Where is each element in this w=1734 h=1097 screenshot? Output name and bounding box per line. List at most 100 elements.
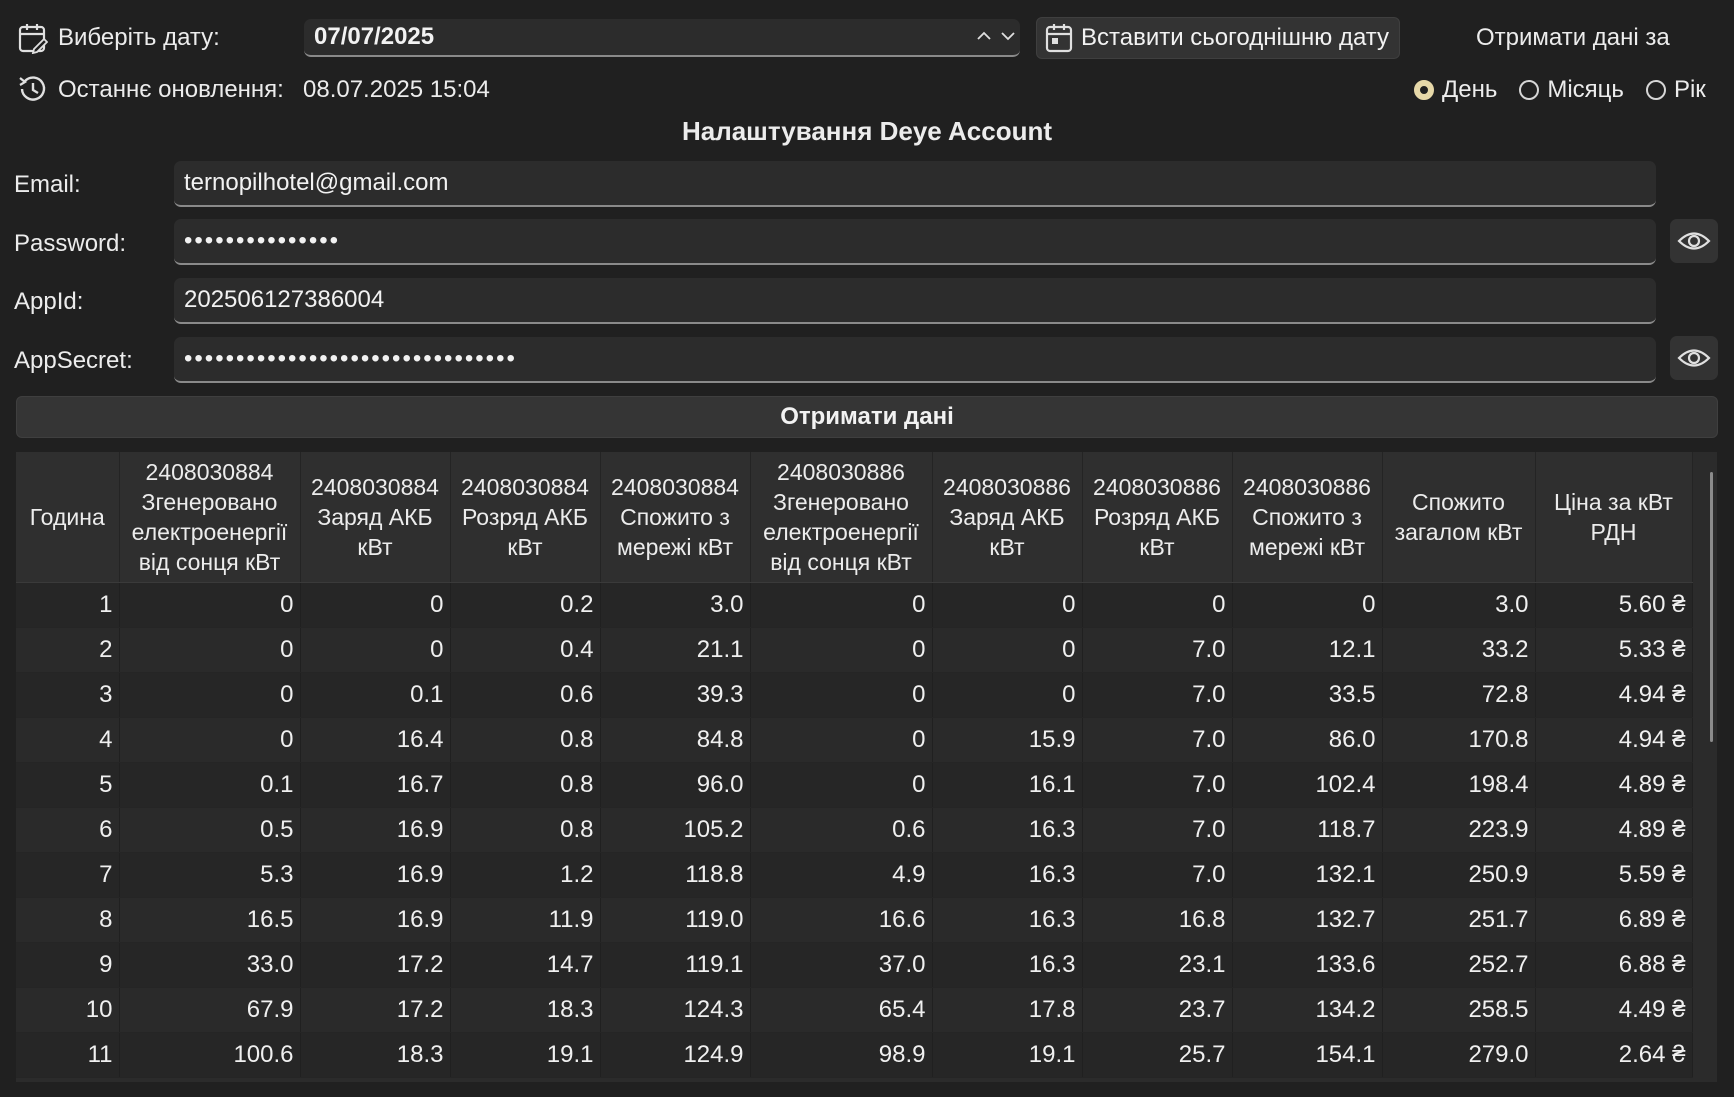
password-field[interactable]: ••••••••••••••• [174, 219, 1656, 265]
table-cell: 7.0 [1082, 852, 1233, 898]
date-input[interactable]: 07/07/2025 [304, 19, 1020, 57]
column-header[interactable]: 2408030884 Заряд АКБ кВт [300, 452, 451, 583]
hour-cell: 8 [16, 897, 120, 943]
fetch-data-button[interactable]: Отримати дані [16, 396, 1718, 438]
date-label: Виберіть дату: [58, 24, 220, 51]
radio-month[interactable]: Місяць [1519, 76, 1624, 104]
table-row[interactable]: 9 33.0 17.2 14.7 119.1 37.0 16.3 23.1 133.6 252.7… [16, 942, 1693, 988]
table-cell: 0.8 [450, 762, 601, 808]
table-cell: 0 [300, 582, 451, 628]
table-cell: 16.5 [119, 897, 301, 943]
hour-cell: 3 [16, 672, 120, 718]
chevron-down-icon[interactable] [1000, 30, 1016, 42]
table-cell: 251.7 [1382, 897, 1536, 943]
column-header[interactable]: Спожито загалом кВт [1382, 452, 1536, 583]
table-cell: 0 [1082, 582, 1233, 628]
table-cell: 33.5 [1232, 672, 1383, 718]
table-cell: 258.5 [1382, 987, 1536, 1033]
table-cell: 16.3 [932, 807, 1083, 853]
password-label: Password: [14, 230, 127, 257]
table-cell: 16.7 [300, 762, 451, 808]
column-header[interactable]: 2408030884 Спожито з мережі кВт [600, 452, 751, 583]
hour-cell: 6 [16, 807, 120, 853]
calendar-edit-icon [18, 24, 48, 54]
table-cell: 252.7 [1382, 942, 1536, 988]
table-cell: 118.8 [600, 852, 751, 898]
show-appsecret-button[interactable] [1670, 336, 1718, 380]
eye-icon [1677, 232, 1711, 250]
table-cell: 279.0 [1382, 1032, 1536, 1078]
table-row[interactable]: 7 5.3 16.9 1.2 118.8 4.9 16.3 7.0 132.1 250.9 5.59… [16, 852, 1693, 898]
table-cell: 16.4 [300, 717, 451, 763]
table-cell: 154.1 [1232, 1032, 1383, 1078]
table-row[interactable]: 2 0 0 0.4 21.1 0 0 7.0 12.1 33.2 5.33 ₴ [16, 627, 1693, 673]
table-cell: 124.9 [600, 1032, 751, 1078]
table-cell: 14.7 [450, 942, 601, 988]
table-row[interactable]: 1 0 0 0.2 3.0 0 0 0 0 3.0 5.60 ₴ [16, 582, 1693, 628]
fetch-data-label: Отримати дані [780, 403, 954, 430]
column-header[interactable]: 2408030884 Згенеровано електроенергії ві… [119, 452, 301, 583]
table-cell: 134.2 [1232, 987, 1383, 1033]
table-cell: 3.0 [1382, 582, 1536, 628]
table-cell: 25.7 [1082, 1032, 1233, 1078]
column-header[interactable]: Ціна за кВт РДН [1535, 452, 1693, 583]
radio-month-indicator [1519, 80, 1540, 100]
table-row[interactable]: 8 16.5 16.9 11.9 119.0 16.6 16.3 16.8 132.7 251.7… [16, 897, 1693, 943]
table-cell: 0 [750, 582, 933, 628]
table-cell: 67.9 [119, 987, 301, 1033]
table-cell: 0 [119, 672, 301, 718]
table-cell: 6.88 ₴ [1535, 942, 1693, 988]
table-cell: 119.0 [600, 897, 751, 943]
table-row[interactable]: 5 0.1 16.7 0.8 96.0 0 16.1 7.0 102.4 198.4 4.89 ₴ [16, 762, 1693, 808]
table-cell: 33.2 [1382, 627, 1536, 673]
table-cell: 0.1 [119, 762, 301, 808]
table-cell: 0.2 [450, 582, 601, 628]
column-header[interactable]: 2408030884 Розряд АКБ кВт [450, 452, 601, 583]
table-cell: 0 [932, 672, 1083, 718]
data-table-container: Година 2408030884 Згенеровано електроенер… [16, 452, 1717, 1082]
table-cell: 223.9 [1382, 807, 1536, 853]
table-cell: 16.6 [750, 897, 933, 943]
date-value: 07/07/2025 [314, 23, 435, 50]
column-header[interactable]: 2408030886 Заряд АКБ кВт [932, 452, 1083, 583]
table-row[interactable]: 11 100.6 18.3 19.1 124.9 98.9 19.1 25.7 154.1 279… [16, 1032, 1693, 1078]
column-header[interactable]: 2408030886 Спожито з мережі кВт [1232, 452, 1383, 583]
table-cell: 16.8 [1082, 897, 1233, 943]
table-cell: 118.7 [1232, 807, 1383, 853]
table-cell: 3.0 [600, 582, 751, 628]
column-header[interactable]: 2408030886 Згенеровано електроенергії ві… [750, 452, 933, 583]
table-cell: 86.0 [1232, 717, 1383, 763]
column-header[interactable]: Година [16, 452, 120, 583]
table-cell: 17.2 [300, 987, 451, 1033]
table-cell: 0 [300, 627, 451, 673]
appsecret-field[interactable]: •••••••••••••••••••••••••••••••• [174, 337, 1656, 383]
table-cell: 105.2 [600, 807, 751, 853]
radio-year[interactable]: Рік [1645, 76, 1706, 104]
email-field[interactable]: ternopilhotel@gmail.com [174, 161, 1656, 207]
show-password-button[interactable] [1670, 219, 1718, 263]
table-row[interactable]: 3 0 0.1 0.6 39.3 0 0 7.0 33.5 72.8 4.94 ₴ [16, 672, 1693, 718]
radio-year-indicator [1645, 80, 1666, 100]
table-cell: 7.0 [1082, 762, 1233, 808]
table-cell: 39.3 [600, 672, 751, 718]
column-header[interactable]: 2408030886 Розряд АКБ кВт [1082, 452, 1233, 583]
appsecret-value: •••••••••••••••••••••••••••••••• [184, 345, 517, 372]
table-cell: 17.2 [300, 942, 451, 988]
table-cell: 2.64 ₴ [1535, 1032, 1693, 1078]
table-cell: 16.9 [300, 897, 451, 943]
table-cell: 33.0 [119, 942, 301, 988]
radio-day[interactable]: День [1414, 76, 1497, 104]
table-row[interactable]: 10 67.9 17.2 18.3 124.3 65.4 17.8 23.7 134.2 258.… [16, 987, 1693, 1033]
insert-today-button[interactable]: Вставити сьогоднішню дату [1036, 17, 1400, 59]
vertical-scrollbar[interactable] [1710, 472, 1713, 742]
table-cell: 7.0 [1082, 717, 1233, 763]
table-row[interactable]: 6 0.5 16.9 0.8 105.2 0.6 16.3 7.0 118.7 223.9 4.89… [16, 807, 1693, 853]
table-cell: 198.4 [1382, 762, 1536, 808]
table-row[interactable]: 4 0 16.4 0.8 84.8 0 15.9 7.0 86.0 170.8 4.94 ₴ [16, 717, 1693, 763]
chevron-up-icon[interactable] [976, 30, 992, 42]
table-cell: 21.1 [600, 627, 751, 673]
table-cell: 5.3 [119, 852, 301, 898]
last-update-label: Останнє оновлення: [58, 76, 284, 103]
table-cell: 23.1 [1082, 942, 1233, 988]
appid-field[interactable]: 202506127386004 [174, 278, 1656, 324]
